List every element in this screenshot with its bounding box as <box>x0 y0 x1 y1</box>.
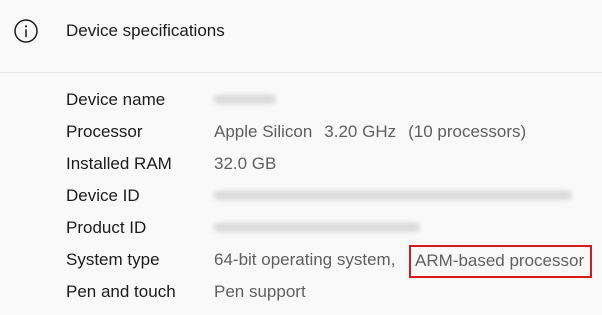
spec-row-device-name: Device name <box>0 84 602 116</box>
spec-label-device-name: Device name <box>66 90 166 109</box>
spec-row-installed-ram: Installed RAM 32.0 GB <box>0 148 602 180</box>
spec-label-device-id: Device ID <box>66 186 140 205</box>
spec-row-pen-touch: Pen and touch Pen support <box>0 276 602 308</box>
section-header[interactable]: Device specifications <box>0 0 602 72</box>
spec-value-installed-ram: 32.0 GB <box>214 154 277 173</box>
highlighted-arm-processor: ARM-based processor <box>415 251 585 270</box>
redacted-device-id <box>214 191 572 200</box>
redacted-product-id <box>214 223 420 232</box>
spec-label-product-id: Product ID <box>66 218 147 237</box>
info-icon <box>14 19 38 43</box>
spec-row-system-type: System type 64-bit operating system, ARM… <box>0 244 602 278</box>
spec-label-system-type: System type <box>66 250 160 269</box>
divider <box>0 72 602 73</box>
spec-row-product-id: Product ID <box>0 212 602 244</box>
device-specifications-panel: Device specifications Device name Proces… <box>0 0 602 315</box>
spec-value-system-type: 64-bit operating system, <box>214 250 396 269</box>
spec-label-pen-touch: Pen and touch <box>66 282 176 301</box>
redacted-device-name <box>214 95 276 104</box>
section-title: Device specifications <box>66 21 225 40</box>
processor-speed: 3.20 GHz <box>324 122 397 141</box>
spec-label-installed-ram: Installed RAM <box>66 154 172 173</box>
spec-value-pen-touch: Pen support <box>214 282 306 301</box>
spec-row-processor: Processor Apple Silicon 3.20 GHz (10 proce… <box>0 116 602 148</box>
spec-value-processor: Apple Silicon 3.20 GHz (10 processors) <box>214 122 526 142</box>
processor-name: Apple Silicon <box>214 122 313 141</box>
highlight-box: ARM-based processor <box>409 245 592 278</box>
processor-count: (10 processors) <box>408 122 527 141</box>
spec-row-device-id: Device ID <box>0 180 602 212</box>
spec-label-processor: Processor <box>66 122 143 141</box>
